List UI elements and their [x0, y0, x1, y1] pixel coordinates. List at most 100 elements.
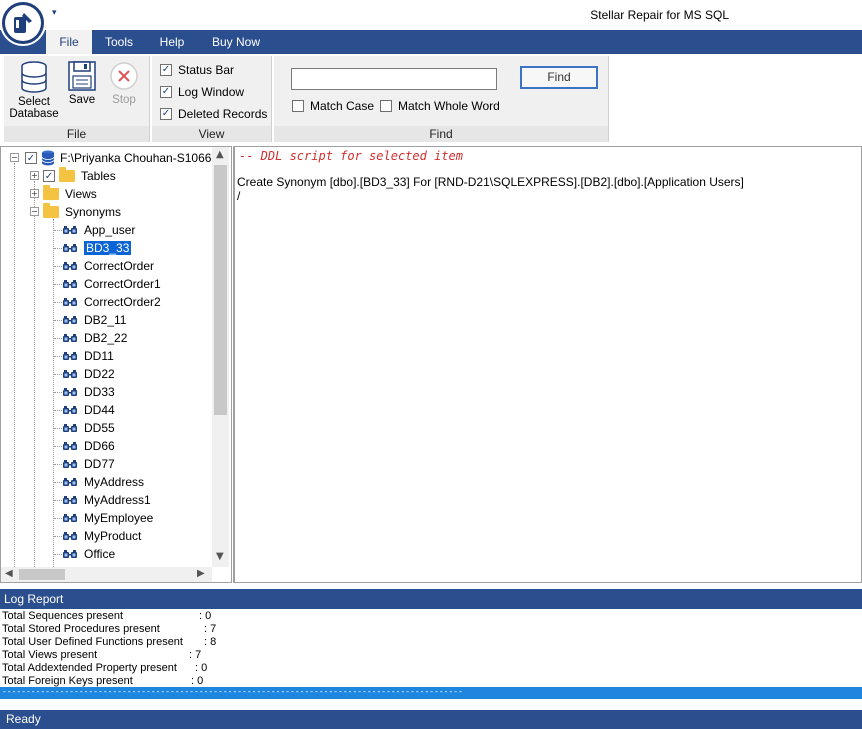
match-whole-word-checkbox[interactable]: [380, 100, 392, 112]
log-window-checkbox[interactable]: ✓: [160, 86, 172, 98]
tree-line: [54, 410, 62, 411]
save-button[interactable]: Save: [64, 60, 100, 106]
match-case-checkbox[interactable]: [292, 100, 304, 112]
tree-item-synonym[interactable]: DD44: [62, 401, 115, 419]
tree-item-synonym[interactable]: MyAddress1: [62, 491, 151, 509]
deleted-records-checkbox[interactable]: ✓: [160, 108, 172, 120]
quick-access-dropdown[interactable]: ▾: [52, 8, 57, 18]
log-line-value: : 7: [204, 623, 217, 635]
root-checkbox[interactable]: ✓: [25, 152, 37, 164]
tree-line: [53, 219, 54, 569]
match-whole-word-option[interactable]: Match Whole Word: [380, 98, 500, 114]
tree-item-synonym[interactable]: MyProduct: [62, 527, 141, 545]
ribbon-group-view: ✓ Status Bar ✓ Log Window ✓ Deleted Reco…: [152, 56, 272, 142]
synonym-label: Office: [84, 547, 116, 561]
synonym-label: DD33: [84, 385, 115, 399]
tree-vertical-scrollbar[interactable]: ▲ ▼: [212, 147, 229, 567]
tree-item-synonym[interactable]: DD77: [62, 455, 115, 473]
root-expander[interactable]: −: [10, 153, 19, 162]
tables-expander[interactable]: +: [30, 171, 39, 180]
view-group-label: View: [152, 126, 271, 142]
tree-item-synonym[interactable]: DB2_11: [62, 311, 126, 329]
scroll-right-icon[interactable]: ▶: [197, 568, 205, 579]
synonyms-expander[interactable]: −: [30, 207, 39, 216]
tree-root[interactable]: ✓ F:\Priyanka Chouhan-S1066-: [25, 149, 215, 167]
tree-item-synonym[interactable]: CorrectOrder2: [62, 293, 161, 311]
synonym-icon: [63, 460, 77, 468]
status-bar-label: Status Bar: [178, 63, 235, 77]
synonym-icon: [63, 370, 77, 378]
script-line: /: [237, 189, 241, 203]
tree-vertical-scroll-thumb[interactable]: [214, 165, 227, 415]
synonym-label: BD3_33: [84, 241, 132, 255]
tree-item-synonym[interactable]: CorrectOrder1: [62, 275, 161, 293]
log-window-option[interactable]: ✓ Log Window: [160, 84, 244, 100]
tree-line: [14, 163, 15, 573]
log-line-value: : 0: [199, 610, 212, 622]
tree-line: [34, 181, 35, 571]
tab-tools[interactable]: Tools: [96, 30, 142, 54]
tree-line: [54, 338, 62, 339]
app-logo[interactable]: [0, 0, 46, 46]
tree-item-tables[interactable]: ✓ Tables: [43, 167, 116, 185]
log-report-body[interactable]: Total Sequences present: 0 Total Stored P…: [0, 609, 862, 687]
tree-horizontal-scroll-thumb[interactable]: [19, 569, 65, 580]
tree-horizontal-scrollbar[interactable]: ◀ ▶: [1, 567, 212, 582]
tree-item-synonym[interactable]: MyAddress: [62, 473, 144, 491]
deleted-records-option[interactable]: ✓ Deleted Records: [160, 106, 267, 122]
root-label: F:\Priyanka Chouhan-S1066-: [60, 151, 216, 165]
synonym-icon: [63, 424, 77, 432]
tree-item-synonym[interactable]: Office: [62, 545, 115, 563]
tree-item-synonym[interactable]: DD33: [62, 383, 115, 401]
tables-checkbox[interactable]: ✓: [43, 170, 55, 182]
tree-item-views[interactable]: Views: [43, 185, 97, 203]
scroll-down-icon[interactable]: ▼: [216, 551, 224, 562]
find-button[interactable]: Find: [520, 66, 598, 89]
synonym-label: DB2_22: [84, 331, 128, 345]
tree-line: [54, 428, 62, 429]
log-report-header: Log Report: [0, 589, 862, 609]
synonym-icon: [63, 388, 77, 396]
script-viewer[interactable]: -- DDL script for selected item Create S…: [233, 146, 862, 583]
tab-buy-now[interactable]: Buy Now: [204, 30, 268, 54]
log-line-label: Total Views present: [2, 649, 98, 661]
scroll-left-icon[interactable]: ◀: [5, 568, 13, 579]
tree-item-synonym[interactable]: App_user: [62, 221, 135, 239]
synonym-icon: [63, 244, 77, 252]
synonym-icon: [63, 478, 77, 486]
synonym-label: MyProduct: [84, 529, 142, 543]
status-bar-checkbox[interactable]: ✓: [160, 64, 172, 76]
tree-item-synonym[interactable]: MyEmployee: [62, 509, 153, 527]
tree-item-synonym[interactable]: DD11: [62, 347, 114, 365]
tree-item-synonyms[interactable]: Synonyms: [43, 203, 121, 221]
tree-item-synonym[interactable]: DB2_22: [62, 329, 127, 347]
tree-item-synonym[interactable]: DD22: [62, 365, 115, 383]
status-bar-option[interactable]: ✓ Status Bar: [160, 62, 234, 78]
log-line-value: : 8: [204, 636, 217, 648]
synonym-icon: [63, 280, 77, 288]
find-input[interactable]: [291, 68, 497, 90]
log-line-label: Total Addextended Property present: [2, 662, 177, 674]
app-logo-icon: [14, 13, 32, 33]
views-label: Views: [65, 187, 97, 201]
tab-file[interactable]: File: [46, 30, 92, 54]
status-bar: Ready: [0, 710, 862, 729]
synonym-icon: [63, 226, 77, 234]
tab-help[interactable]: Help: [148, 30, 196, 54]
find-group-label: Find: [274, 126, 608, 142]
match-case-option[interactable]: Match Case: [292, 98, 374, 114]
tree-item-synonym[interactable]: CorrectOrder: [62, 257, 154, 275]
database-tree[interactable]: − ✓ F:\Priyanka Chouhan-S1066- + ✓ Table…: [0, 146, 232, 583]
tree-item-synonym[interactable]: DD66: [62, 437, 115, 455]
tree-item-synonym[interactable]: BD3_33: [62, 239, 132, 257]
stop-button[interactable]: Stop: [106, 60, 142, 106]
synonym-icon: [63, 496, 77, 504]
views-expander[interactable]: +: [30, 189, 39, 198]
tree-line: [54, 266, 62, 267]
select-database-button[interactable]: Select Database: [6, 60, 62, 120]
tree-item-synonym[interactable]: DD55: [62, 419, 115, 437]
scroll-up-icon[interactable]: ▲: [216, 149, 224, 160]
tree-line: [54, 536, 62, 537]
ribbon-group-file: Select Database Save Stop File: [4, 56, 150, 142]
tree-line: [54, 320, 62, 321]
